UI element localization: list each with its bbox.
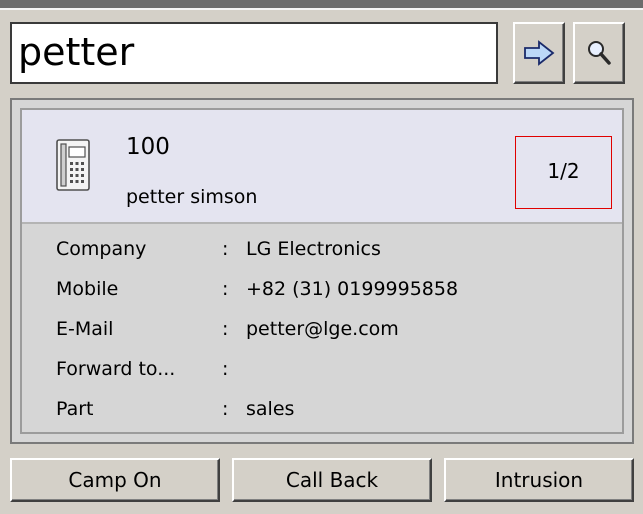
desk-phone-icon [56,139,90,191]
call-back-button[interactable]: Call Back [232,458,432,502]
extension-number: 100 [126,134,170,160]
magnifier-icon [588,41,611,65]
detail-label: E-Mail [56,318,114,340]
window-top-edge [0,0,643,8]
detail-separator: : [222,278,229,300]
detail-value: petter@lge.com [246,318,399,340]
detail-label: Company [56,238,147,260]
detail-value: sales [246,398,295,420]
detail-separator: : [222,318,229,340]
contact-name: petter simson [126,186,258,208]
detail-separator: : [222,238,229,260]
contact-card: 100 petter simson 1/2 Company : LG Elect… [10,98,634,444]
contact-header: 100 petter simson 1/2 [22,110,622,224]
detail-label: Mobile [56,278,119,300]
detail-label: Forward to... [56,358,176,380]
camp-on-button[interactable]: Camp On [10,458,220,502]
detail-separator: : [222,358,229,380]
detail-value: LG Electronics [246,238,381,260]
search-button[interactable] [573,22,625,84]
search-input[interactable]: petter [10,22,498,84]
detail-value: +82 (31) 0199995858 [246,278,459,300]
window-top-highlight [0,8,643,10]
contact-card-inner: 100 petter simson 1/2 Company : LG Elect… [20,108,624,434]
detail-label: Part [56,398,94,420]
detail-separator: : [222,398,229,420]
arrow-right-icon [524,40,555,66]
page-indicator: 1/2 [515,136,612,209]
go-button[interactable] [513,22,565,84]
intrusion-button[interactable]: Intrusion [444,458,634,502]
